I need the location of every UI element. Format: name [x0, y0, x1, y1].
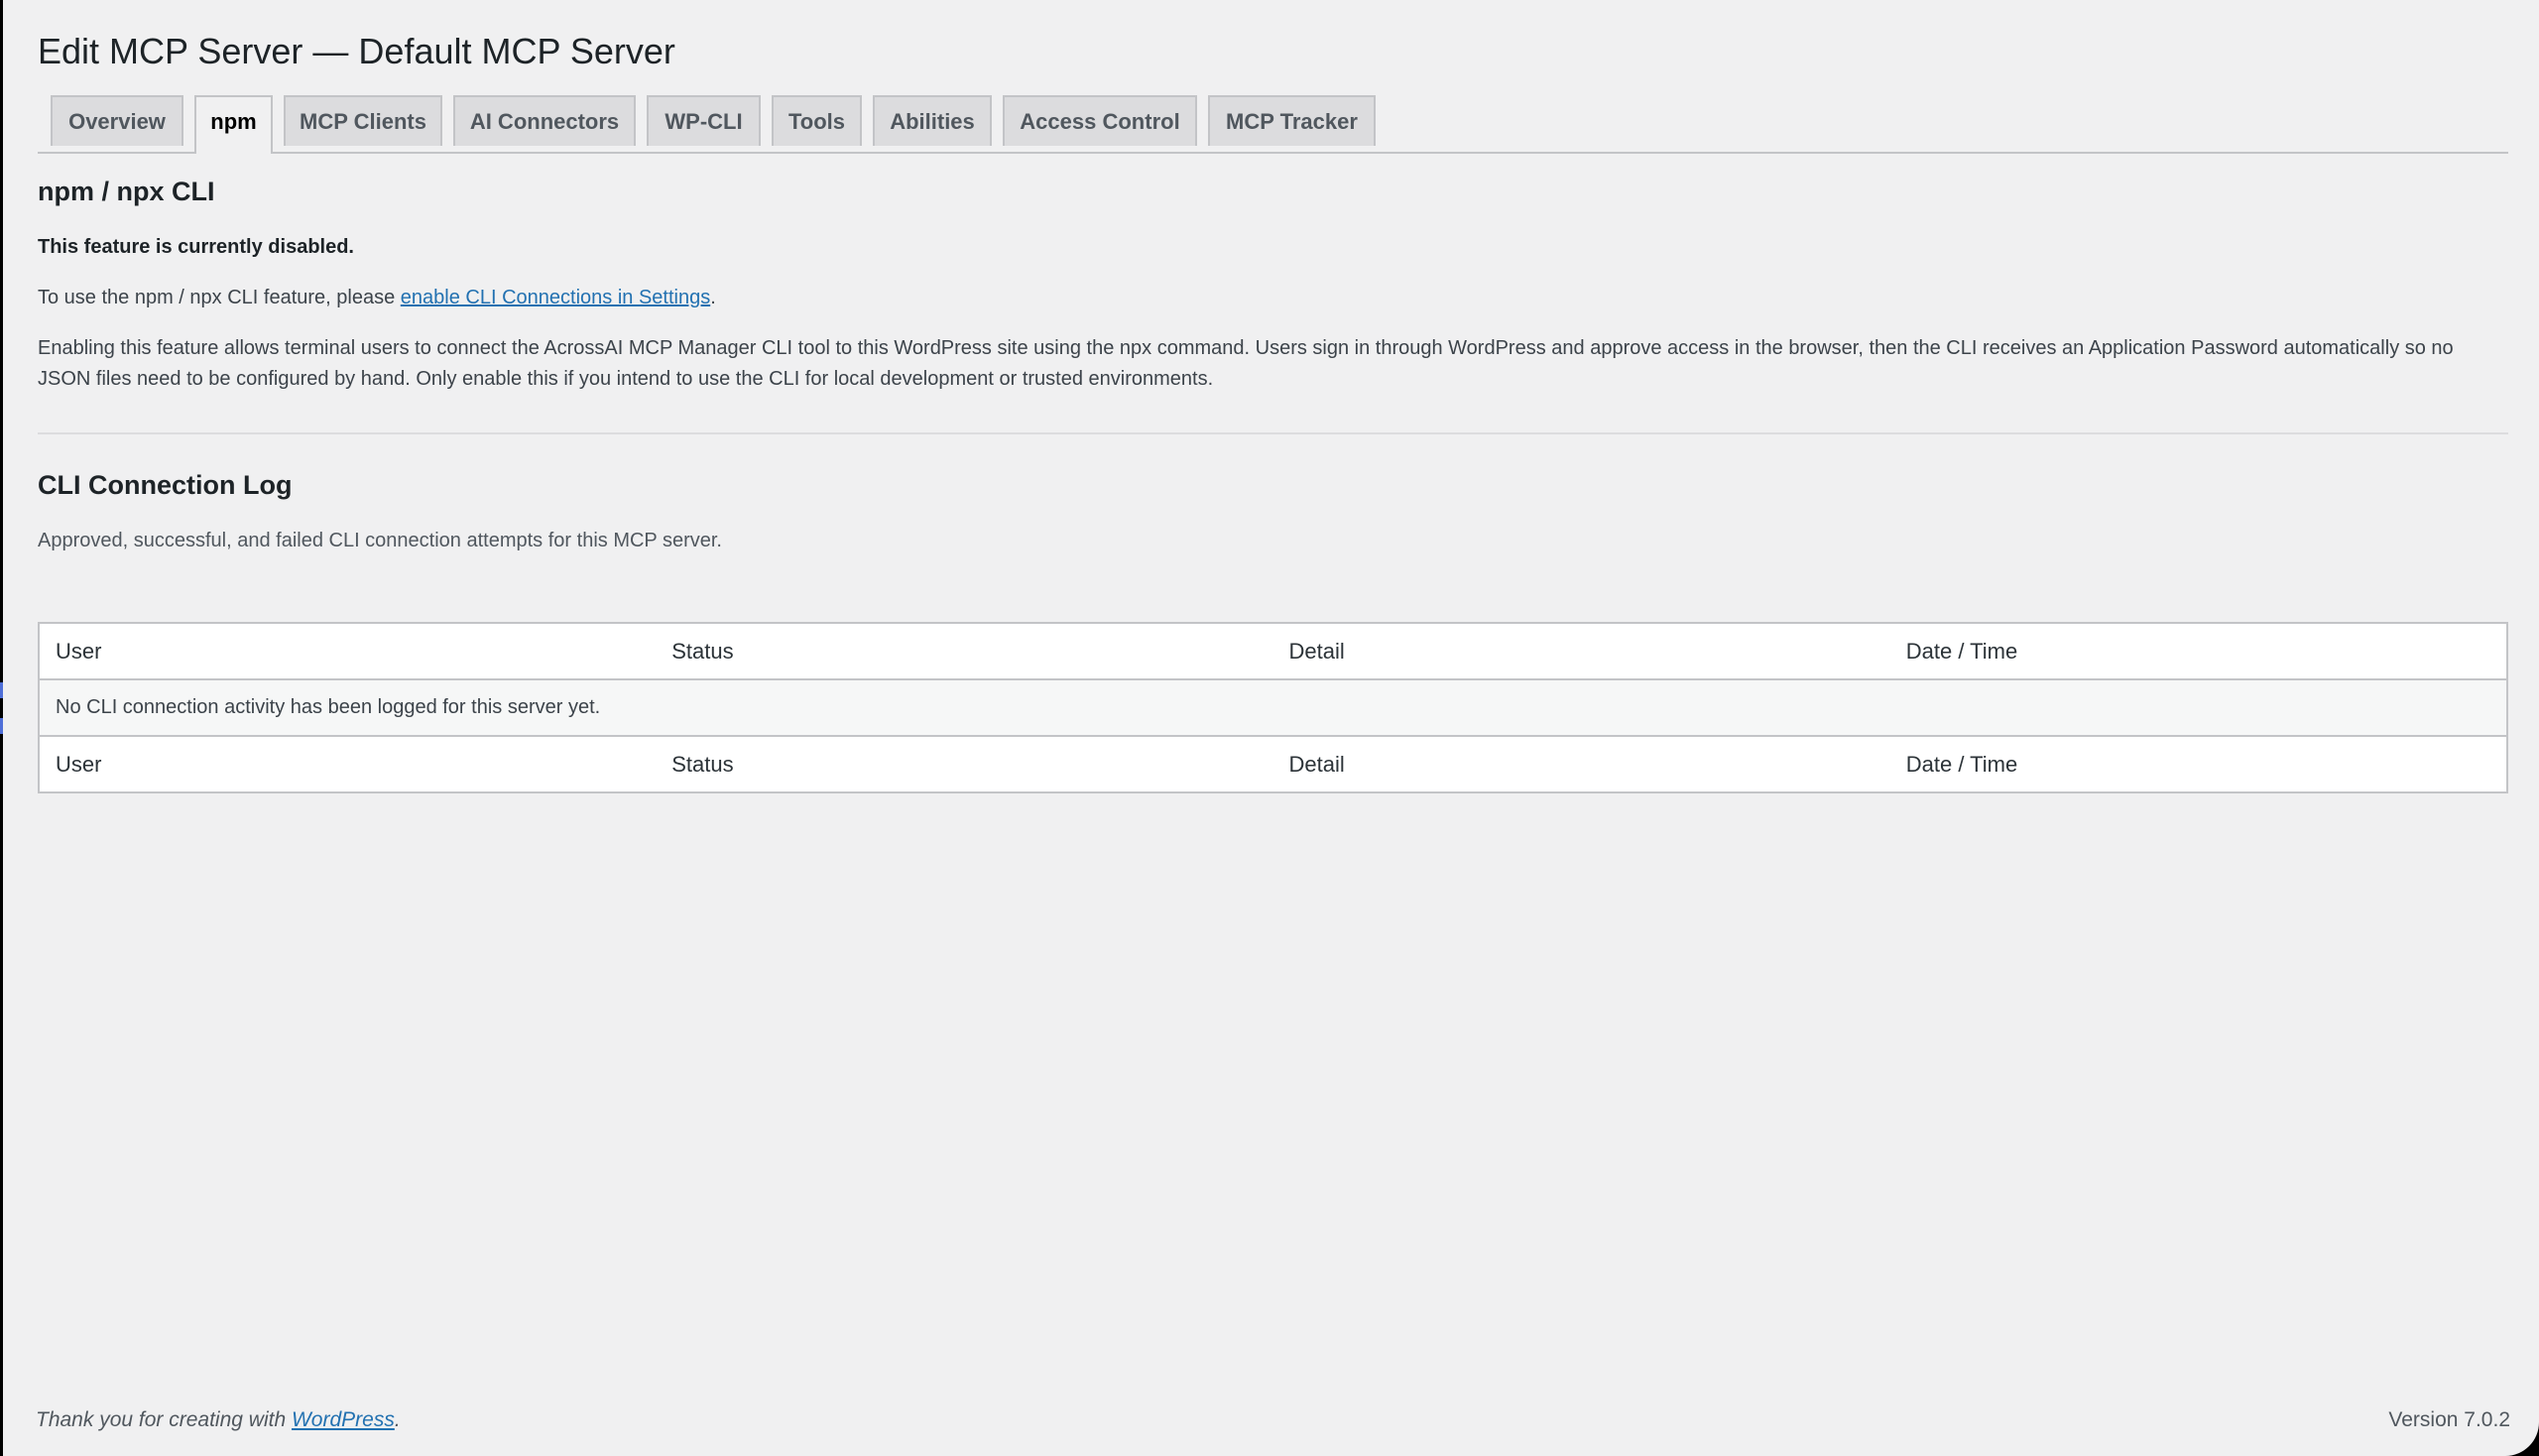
- table-footer: User Status Detail Date / Time: [39, 735, 2507, 792]
- tab-mcp-clients[interactable]: MCP Clients: [284, 95, 442, 146]
- footer-column-user: User: [39, 735, 657, 792]
- table-row: No CLI connection activity has been logg…: [39, 679, 2507, 736]
- tab-bar: Overview npm MCP Clients AI Connectors W…: [38, 95, 2508, 154]
- empty-log-message: No CLI connection activity has been logg…: [39, 679, 2507, 736]
- tab-overview[interactable]: Overview: [51, 95, 183, 146]
- feature-description: Enabling this feature allows terminal us…: [38, 337, 2454, 390]
- enable-instruction: To use the npm / npx CLI feature, please…: [38, 283, 716, 313]
- column-user: User: [39, 623, 657, 680]
- screen: Edit MCP Server — Default MCP Server Ove…: [0, 0, 2539, 1456]
- instruction-suffix: .: [710, 287, 716, 308]
- tab-ai-connectors[interactable]: AI Connectors: [453, 95, 636, 146]
- table-header: User Status Detail Date / Time: [39, 623, 2507, 680]
- section-divider: [38, 432, 2508, 434]
- wordpress-link[interactable]: WordPress: [292, 1408, 395, 1431]
- log-section-description: Approved, successful, and failed CLI con…: [38, 530, 722, 551]
- tab-access-control[interactable]: Access Control: [1003, 95, 1197, 146]
- column-date-time: Date / Time: [1889, 623, 2507, 680]
- page-title: Edit MCP Server — Default MCP Server: [38, 31, 675, 71]
- tab-npm[interactable]: npm: [194, 95, 273, 154]
- footer-thanks-suffix: .: [394, 1408, 401, 1431]
- footer-column-status: Status: [656, 735, 1273, 792]
- npm-section-heading: npm / npx CLI: [38, 177, 215, 206]
- tab-tools[interactable]: Tools: [772, 95, 862, 146]
- footer-column-detail: Detail: [1272, 735, 1890, 792]
- log-section-heading: CLI Connection Log: [38, 470, 293, 500]
- column-status: Status: [656, 623, 1273, 680]
- admin-window: Edit MCP Server — Default MCP Server Ove…: [3, 0, 2539, 1456]
- disabled-notice-text: This feature is currently disabled.: [38, 236, 354, 258]
- footer-column-date-time: Date / Time: [1889, 735, 2507, 792]
- column-detail: Detail: [1272, 623, 1890, 680]
- footer-thanks-prefix: Thank you for creating with: [36, 1408, 292, 1431]
- cli-connection-log-table: User Status Detail Date / Time No CLI co…: [38, 622, 2508, 793]
- tab-abilities[interactable]: Abilities: [873, 95, 992, 146]
- table-header-row: User Status Detail Date / Time: [39, 623, 2507, 680]
- instruction-prefix: To use the npm / npx CLI feature, please: [38, 287, 401, 308]
- footer-thanks: Thank you for creating with WordPress.: [36, 1408, 401, 1432]
- table-footer-row: User Status Detail Date / Time: [39, 735, 2507, 792]
- tab-wp-cli[interactable]: WP-CLI: [647, 95, 761, 146]
- table-body: No CLI connection activity has been logg…: [39, 679, 2507, 736]
- disabled-notice: This feature is currently disabled.: [38, 232, 354, 263]
- footer-version: Version 7.0.2: [2388, 1408, 2510, 1431]
- enable-cli-settings-link[interactable]: enable CLI Connections in Settings: [401, 287, 710, 308]
- tab-mcp-tracker[interactable]: MCP Tracker: [1208, 95, 1376, 146]
